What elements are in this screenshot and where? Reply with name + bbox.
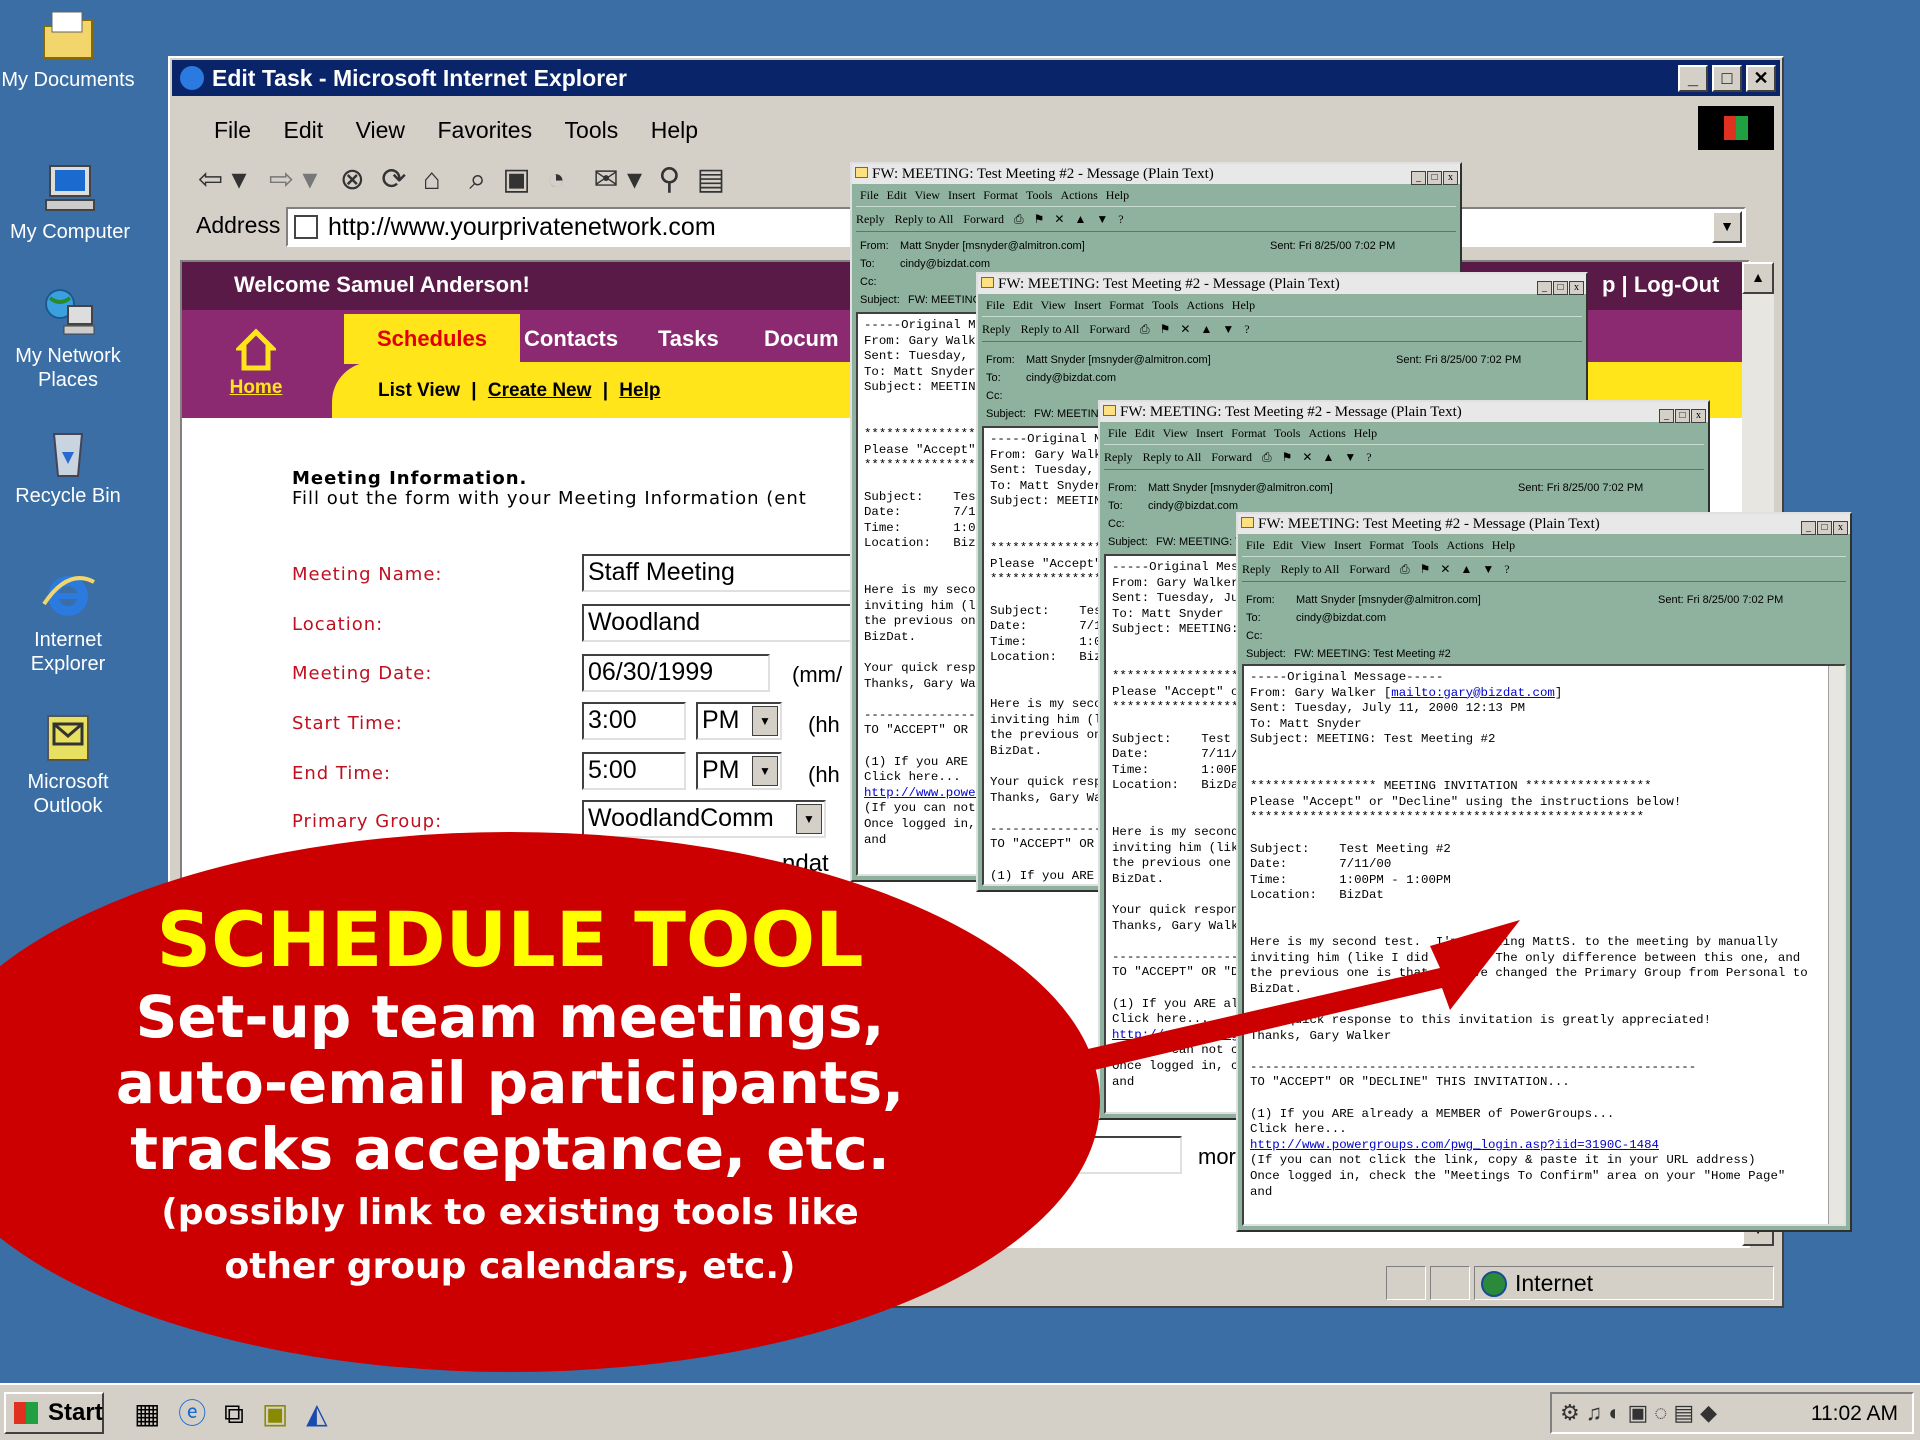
quick-launch: ▦ ⓔ ⧉ ▣ ◭ — [134, 1395, 328, 1433]
app-icon[interactable]: ◭ — [306, 1398, 328, 1429]
system-tray: ⚙♫◐▣◌▤◆ 11:02 AM — [1550, 1392, 1914, 1434]
callout-line-3: tracks acceptance, etc. — [130, 1115, 890, 1183]
callout-text: SCHEDULE TOOL Set-up team meetings, auto… — [0, 896, 1020, 1294]
show-desktop-icon[interactable]: ▦ — [134, 1398, 160, 1429]
callout-title: SCHEDULE TOOL — [156, 895, 864, 984]
taskbar: Start ▦ ⓔ ⧉ ▣ ◭ ⚙♫◐▣◌▤◆ 11:02 AM — [0, 1383, 1920, 1440]
windows-flag-icon — [14, 1402, 38, 1424]
channels-icon[interactable]: ⧉ — [224, 1398, 244, 1429]
callout-line-1: Set-up team meetings, — [135, 983, 885, 1051]
clock: 11:02 AM — [1810, 1402, 1898, 1425]
callout-line-2: auto-email participants, — [115, 1049, 905, 1117]
start-label: Start — [48, 1399, 103, 1426]
desktop: { "desktop": { "icons": [ {"label": "My … — [0, 0, 1920, 1440]
internet-explorer-icon[interactable]: ⓔ — [178, 1398, 206, 1429]
start-button[interactable]: Start — [4, 1392, 104, 1434]
callout-line-5: other group calendars, etc.) — [224, 1246, 796, 1287]
callout-line-4: (possibly link to existing tools like — [161, 1192, 859, 1233]
outlook-icon[interactable]: ▣ — [262, 1398, 288, 1429]
tray-icons[interactable]: ⚙♫◐▣◌▤◆ — [1560, 1400, 1723, 1426]
